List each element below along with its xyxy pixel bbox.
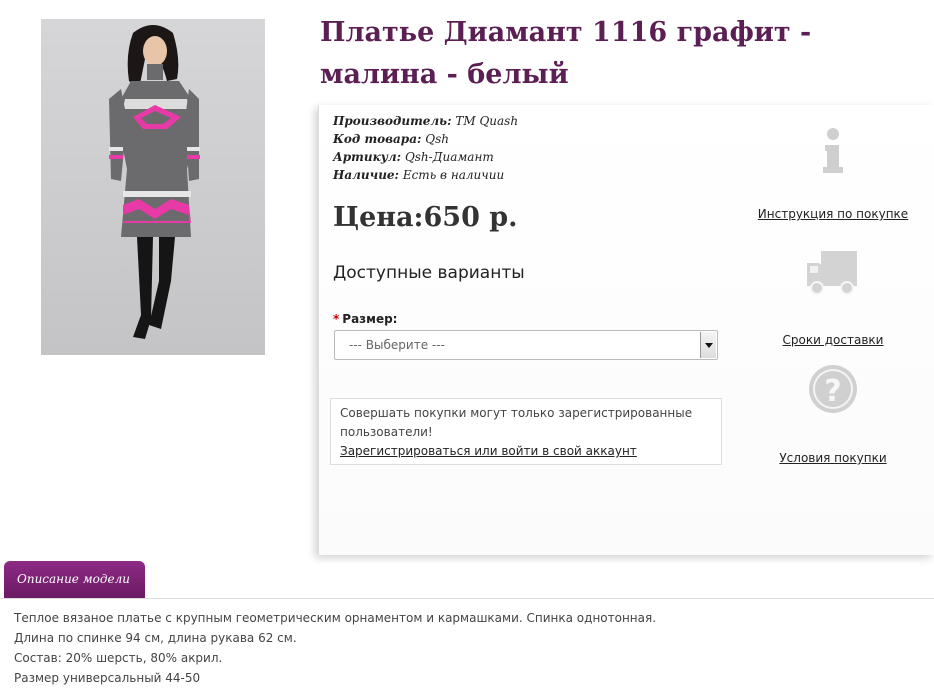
size-label: * Размер: [333,312,397,326]
stock-row: Наличие: Есть в наличии [333,166,518,184]
code-label: Код товара: [333,132,422,146]
size-label-text: Размер: [342,312,398,326]
dress-photo [41,19,265,355]
manufacturer-row: Производитель: ТМ Quash [333,112,518,130]
product-info-panel: Производитель: ТМ Quash Код товара: Qsh … [318,105,934,555]
product-meta: Производитель: ТМ Quash Код товара: Qsh … [333,112,518,184]
notice-text: Совершать покупки могут только зарегистр… [340,406,693,439]
product-image[interactable] [41,19,265,355]
tab-description[interactable]: Описание модели [4,561,145,598]
delivery-block: Сроки доставки [753,243,913,347]
tab-divider [0,598,934,599]
stock-label: Наличие: [333,168,399,182]
article-row: Артикул: Qsh-Диамант [333,148,518,166]
register-login-link[interactable]: Зарегистрироваться или войти в свой акка… [340,442,712,461]
info-icon [803,121,863,181]
product-description: Теплое вязаное платье с крупным геометри… [14,608,656,688]
description-line: Размер универсальный 44-50 [14,671,201,685]
description-line: Теплое вязаное платье с крупным геометри… [14,611,657,625]
product-title: Платье Диамант 1116 графит - малина - бе… [320,17,812,90]
description-line: Длина по спинке 94 см, длина рукава 62 с… [14,631,297,645]
manufacturer-label: Производитель: [333,114,452,128]
instruction-block: Инструкция по покупке [753,121,913,221]
svg-text:?: ? [824,374,841,409]
description-line: Состав: 20% шерсть, 80% акрил. [14,651,223,665]
terms-block: ? Условия покупки [753,361,913,465]
code-value: Qsh [425,132,449,146]
size-select[interactable]: --- Выберите --- [334,330,718,360]
delivery-link[interactable]: Сроки доставки [753,333,913,347]
size-select-value: --- Выберите --- [349,338,445,352]
truck-icon [803,243,863,303]
terms-link[interactable]: Условия покупки [753,451,913,465]
variants-heading: Доступные варианты [333,263,525,283]
manufacturer-value: ТМ Quash [455,114,519,128]
product-price: Цена:650 р. [333,202,518,233]
registration-notice: Совершать покупки могут только зарегистр… [330,398,722,465]
required-mark: * [333,312,340,326]
code-row: Код товара: Qsh [333,130,518,148]
question-icon: ? [803,361,863,421]
article-label: Артикул: [333,150,402,164]
article-value: Qsh-Диамант [404,150,494,164]
stock-value: Есть в наличии [402,168,505,182]
instruction-link[interactable]: Инструкция по покупке [753,207,913,221]
dropdown-arrow-icon[interactable] [700,332,716,358]
